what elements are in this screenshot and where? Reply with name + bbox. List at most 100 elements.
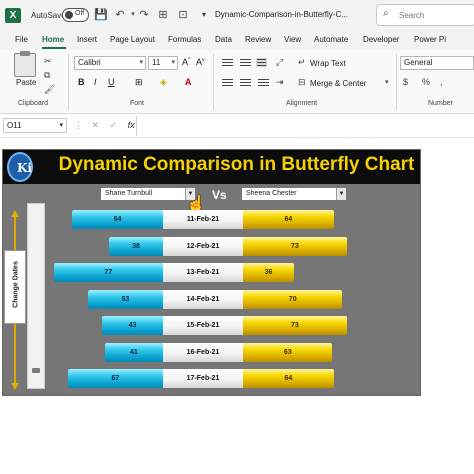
font-size-value: 11 xyxy=(152,58,161,67)
italic-button[interactable]: I xyxy=(94,77,97,87)
percent-icon[interactable]: % xyxy=(422,77,430,87)
paste-icon[interactable] xyxy=(14,51,36,77)
right-name-dropdown[interactable]: Sheena Chester ▼ xyxy=(241,187,347,201)
tab-file[interactable]: File xyxy=(15,35,28,44)
number-format-select[interactable]: General xyxy=(400,56,474,70)
search-input[interactable] xyxy=(399,8,469,22)
right-value-bar: 36 xyxy=(243,263,295,282)
align-left-icon[interactable] xyxy=(222,79,233,88)
autosave-toggle[interactable]: Off xyxy=(62,8,89,22)
align-top-icon[interactable] xyxy=(222,59,233,68)
number-format-value: General xyxy=(404,58,433,67)
cut-icon[interactable]: ✂ xyxy=(44,56,52,67)
left-value-bar: 77 xyxy=(53,263,163,282)
left-name-dropdown[interactable]: Shane Turnbull ▼ xyxy=(100,187,196,201)
left-value-bar: 43 xyxy=(101,316,163,335)
formula-input[interactable] xyxy=(136,116,474,136)
autosave-state: Off xyxy=(75,10,85,17)
name-box[interactable]: O11 ▾ xyxy=(3,118,67,133)
tab-view[interactable]: View xyxy=(284,35,301,44)
merge-icon[interactable]: ⊟ xyxy=(298,77,306,88)
left-value-bar: 64 xyxy=(72,210,163,229)
bold-button[interactable]: B xyxy=(78,77,85,87)
alignment-group-label: Alignment xyxy=(286,100,318,107)
redo-icon[interactable]: ↷ xyxy=(136,7,152,23)
document-title: Dynamic-Comparison-in-Butterfly-C... xyxy=(215,10,348,19)
ribbon-separator xyxy=(396,54,397,110)
indent-icon[interactable]: ⇥ xyxy=(276,77,284,88)
format-painter-brush-icon[interactable]: 🖌 xyxy=(44,84,55,95)
enter-icon[interactable]: ✓ xyxy=(110,120,118,130)
left-value-bar: 41 xyxy=(104,342,163,362)
formula-buttons: ⋮ ✕ ✓ fx xyxy=(74,120,135,131)
dots-icon: ⋮ xyxy=(74,120,83,130)
tab-formulas[interactable]: Formulas xyxy=(168,35,201,44)
format-painter-icon[interactable]: ⊞ xyxy=(155,7,171,23)
change-dates-label-box: Change Dates xyxy=(4,250,26,324)
paste-label[interactable]: Paste xyxy=(16,78,36,87)
right-value-bar: 63 xyxy=(243,342,333,362)
date-scrollbar[interactable] xyxy=(27,203,45,389)
cancel-icon[interactable]: ✕ xyxy=(92,120,100,130)
date-label: 16-Feb-21 xyxy=(163,342,243,362)
ribbon-tabs: File Home Insert Page Layout Formulas Da… xyxy=(0,32,474,50)
save-icon[interactable]: 💾 xyxy=(93,7,109,23)
right-value-bar: 64 xyxy=(243,210,334,229)
right-value-bar: 70 xyxy=(243,289,343,309)
vs-label: Vs xyxy=(212,188,227,202)
font-size-select[interactable]: 11 ▾ xyxy=(148,56,178,70)
wrap-text-icon[interactable]: ↵ xyxy=(298,57,306,68)
decrease-font-icon[interactable]: Av xyxy=(196,57,205,67)
butterfly-chart[interactable]: Ki Dynamic Comparison in Butterfly Chart… xyxy=(2,149,421,396)
tab-home[interactable]: Home xyxy=(42,35,64,44)
right-name-value: Sheena Chester xyxy=(246,190,297,197)
copy-icon[interactable]: ⧉ xyxy=(44,70,50,81)
excel-window: X AutoSave Off 💾 ↶ ▾ ↷ ⊞ ⊡ ▾ Dynamic-Com… xyxy=(0,0,474,474)
increase-font-icon[interactable]: A^ xyxy=(182,57,190,67)
align-center-icon[interactable] xyxy=(240,79,251,88)
font-color-icon[interactable]: A xyxy=(185,77,192,87)
tab-data[interactable]: Data xyxy=(215,35,232,44)
merge-center-button[interactable]: Merge & Center xyxy=(310,79,366,88)
customize-toolbar-icon[interactable]: ▾ xyxy=(196,7,212,23)
chevron-down-icon: ▼ xyxy=(336,188,346,200)
logo: Ki xyxy=(7,152,33,182)
date-label: 17-Feb-21 xyxy=(163,369,243,388)
autosave-label: AutoSave xyxy=(31,11,66,20)
font-group-label: Font xyxy=(130,100,145,107)
title-bar: X AutoSave Off 💾 ↶ ▾ ↷ ⊞ ⊡ ▾ Dynamic-Com… xyxy=(0,0,474,32)
align-right-icon[interactable] xyxy=(258,79,269,88)
font-name-select[interactable]: Calibri ▾ xyxy=(74,56,146,70)
comma-icon[interactable]: , xyxy=(440,77,443,87)
fill-color-icon[interactable]: ◈ xyxy=(160,77,167,88)
tab-insert[interactable]: Insert xyxy=(77,35,97,44)
tab-power-pivot[interactable]: Power Pi xyxy=(414,35,446,44)
tab-developer[interactable]: Developer xyxy=(363,35,399,44)
align-middle-icon[interactable] xyxy=(240,59,251,68)
insert-function-icon[interactable]: fx xyxy=(128,120,135,130)
wrap-text-button[interactable]: Wrap Text xyxy=(310,59,346,68)
active-tab-indicator xyxy=(42,47,66,49)
tab-automate[interactable]: Automate xyxy=(314,35,348,44)
tab-review[interactable]: Review xyxy=(245,35,271,44)
scrollbar-thumb[interactable] xyxy=(32,368,40,373)
orientation-icon[interactable]: ⤢ xyxy=(276,57,283,68)
screenshot-icon[interactable]: ⊡ xyxy=(175,7,191,23)
right-value-bar: 64 xyxy=(243,369,334,388)
formula-bar: O11 ▾ ⋮ ✕ ✓ fx xyxy=(0,114,474,138)
left-name-value: Shane Turnbull xyxy=(105,190,153,197)
chevron-down-icon[interactable]: ▾ xyxy=(385,78,389,86)
worksheet[interactable]: Ki Dynamic Comparison in Butterfly Chart… xyxy=(0,138,474,474)
name-box-value: O11 xyxy=(7,121,22,130)
arrow-down-icon xyxy=(11,383,19,390)
underline-button[interactable]: U xyxy=(108,77,115,87)
left-value-bar: 53 xyxy=(87,289,163,309)
ribbon-separator xyxy=(213,54,214,110)
currency-icon[interactable]: $ xyxy=(403,77,408,87)
borders-icon[interactable]: ⊞ xyxy=(135,77,143,88)
align-bottom-icon[interactable] xyxy=(256,58,267,67)
tab-page-layout[interactable]: Page Layout xyxy=(110,35,155,44)
date-label: 12-Feb-21 xyxy=(163,236,243,256)
search-box[interactable]: ⌕ xyxy=(376,4,474,26)
font-name-value: Calibri xyxy=(78,58,101,67)
